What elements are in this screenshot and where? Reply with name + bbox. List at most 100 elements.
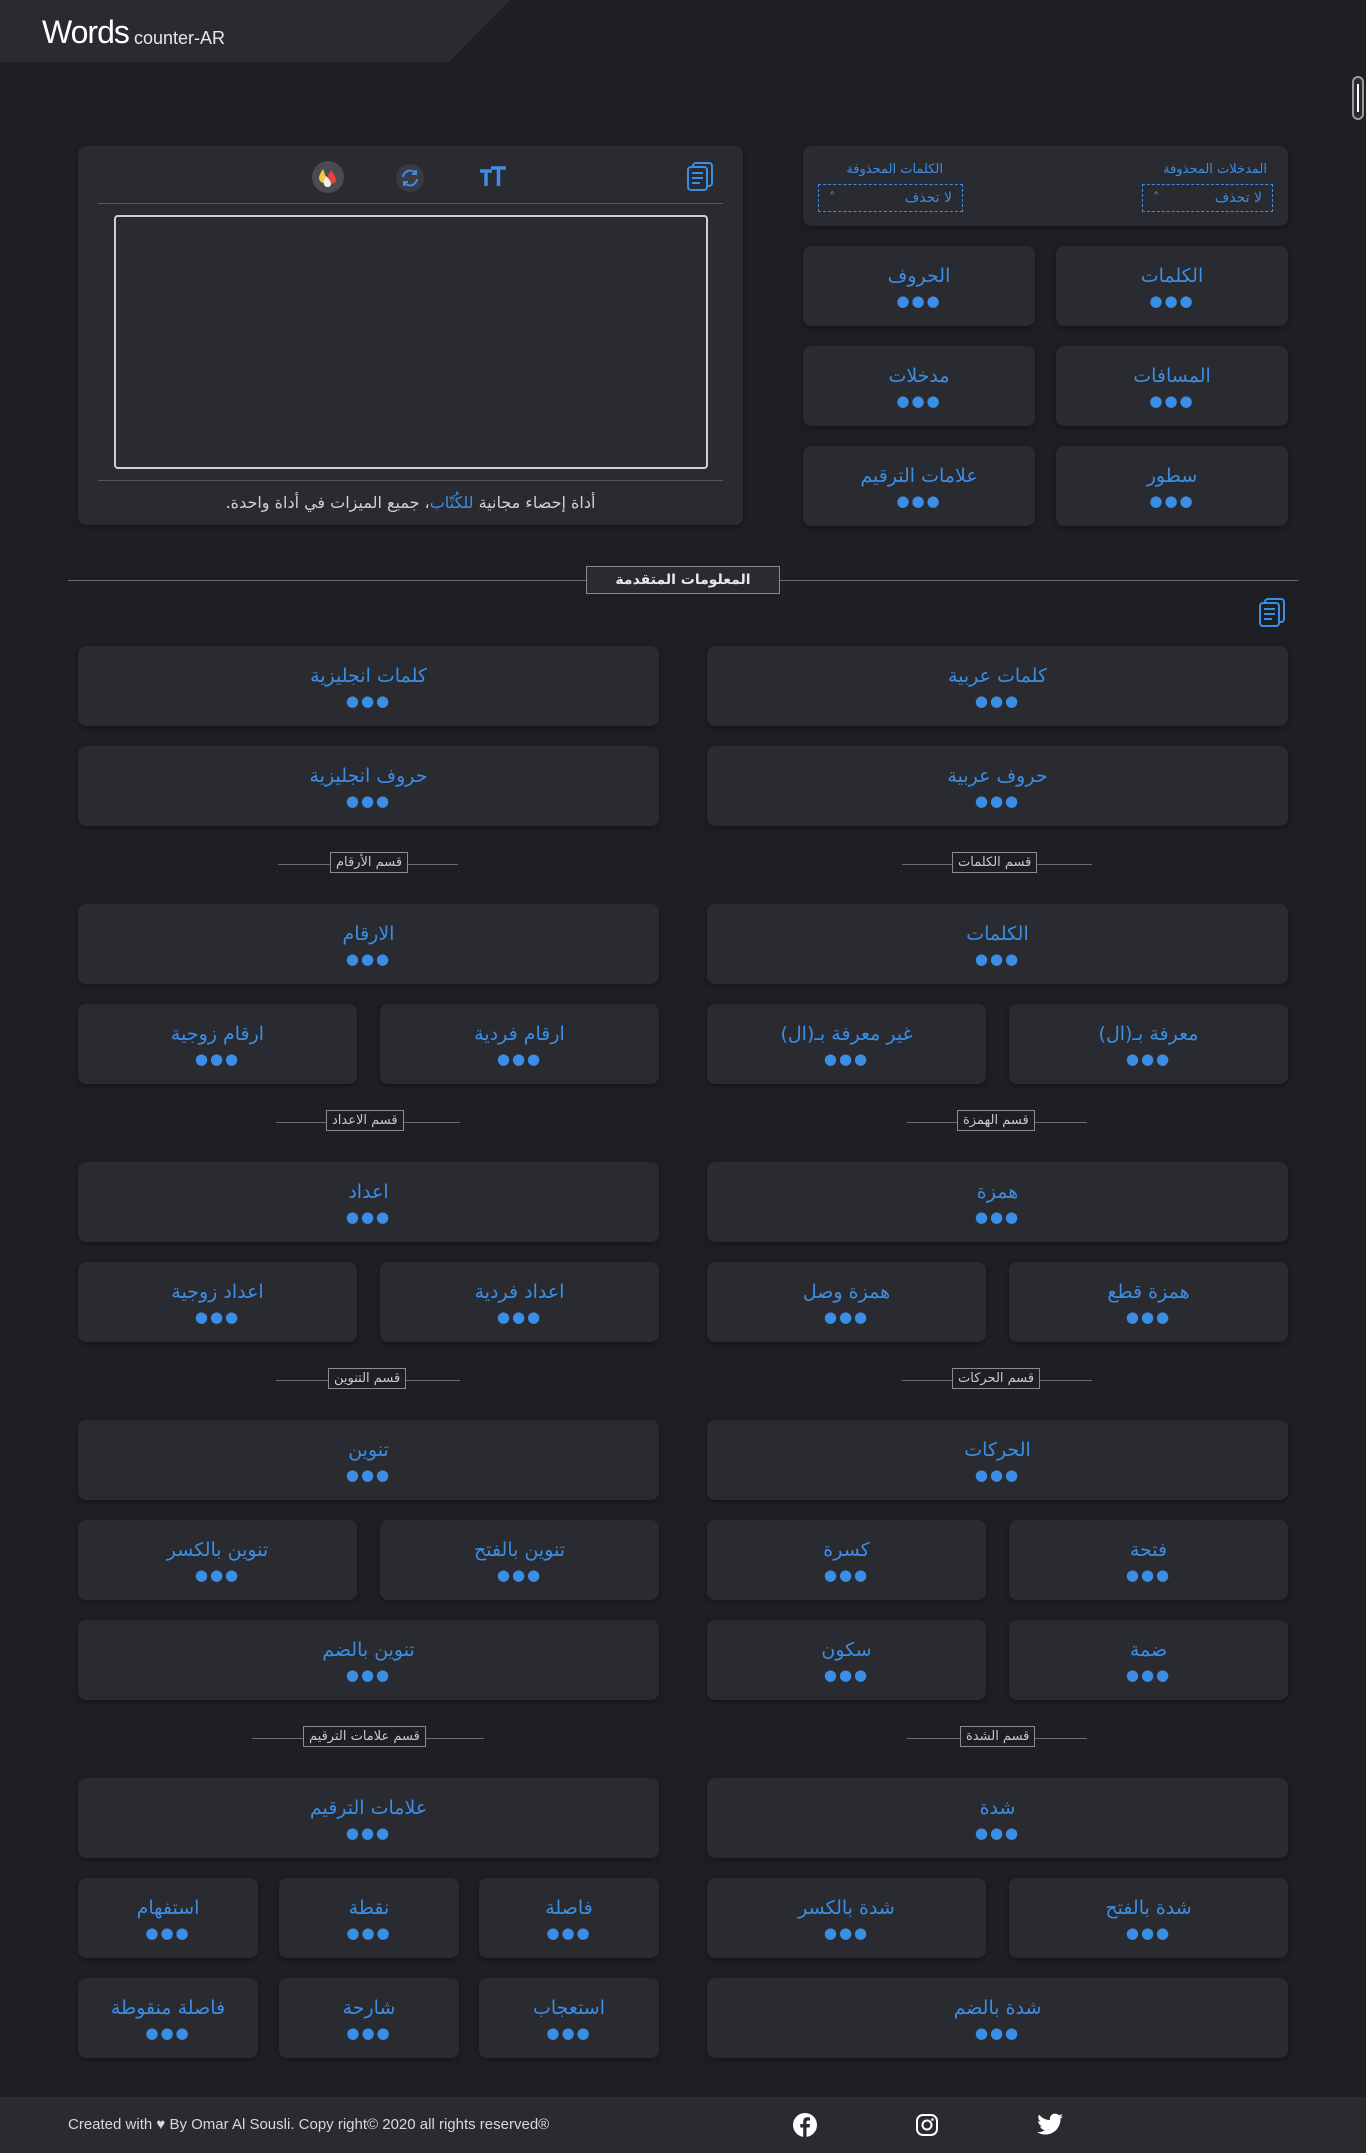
stat-label: شدة بالضم (953, 1997, 1042, 2019)
stat-value: ●●● (896, 492, 942, 510)
stat-label: كسرة (823, 1539, 870, 1561)
stat-value: ●●● (345, 1466, 392, 1484)
adv-card-shadda-kasr[interactable]: شدة بالكسر ●●● (707, 1878, 986, 1958)
adv-card-english-letters[interactable]: حروف انجليزية ●●● (78, 746, 659, 826)
stat-value: ●●● (345, 692, 392, 710)
adv-card-definite[interactable]: معرفة بـ(ال) ●●● (1009, 1004, 1288, 1084)
stat-label: حروف عربية (947, 765, 1048, 787)
adv-card-tanween[interactable]: تنوين ●●● (78, 1420, 659, 1500)
advanced-title: المعلومات المتقدمة (586, 566, 780, 594)
adv-card-tanween-kasr[interactable]: تنوين بالكسر ●●● (78, 1520, 357, 1600)
stat-value: ●●● (974, 1208, 1021, 1226)
copy-icon[interactable] (1256, 596, 1288, 628)
adv-card-hamza-qat[interactable]: همزة قطع ●●● (1009, 1262, 1288, 1342)
stat-card-spaces[interactable]: المسافات ●●● (1056, 346, 1288, 426)
adv-card-question[interactable]: استفهام ●●● (78, 1878, 258, 1958)
tagline-link[interactable]: للكُتّاب (430, 493, 474, 512)
adv-card-odd-numbers[interactable]: ارقام فردية ●●● (380, 1004, 659, 1084)
editor-tagline: أداة إحصاء مجانية للكُتّاب، جميع الميزات… (98, 493, 723, 512)
saved-inputs-select[interactable]: لا تحذف ˄ (1142, 184, 1273, 212)
adv-card-comma[interactable]: فاصلة ●●● (479, 1878, 659, 1958)
adv-card-indefinite[interactable]: غير معرفة بـ(ال) ●●● (707, 1004, 986, 1084)
saved-words-select[interactable]: لا تحذف ˄ (818, 184, 963, 212)
editor-top-divider (98, 203, 723, 204)
color-drops-icon[interactable] (311, 160, 345, 194)
stat-label: استعجاب (532, 1997, 606, 2019)
adv-card-damma[interactable]: ضمة ●●● (1009, 1620, 1288, 1700)
adv-card-period[interactable]: نقطة ●●● (279, 1878, 459, 1958)
saved-words-value: لا تحذف (904, 190, 952, 206)
adv-card-words[interactable]: الكلمات ●●● (707, 904, 1288, 984)
stat-label: الحركات (964, 1439, 1031, 1461)
section-label-numbers: قسم الأرقام (330, 852, 409, 873)
stat-value: ●●● (346, 2024, 392, 2042)
logo-title[interactable]: Words (42, 14, 130, 51)
stat-label: مدخلات (888, 365, 950, 387)
adv-card-dash[interactable]: شارحة ●●● (279, 1978, 459, 2058)
adv-card-sukun[interactable]: سكون ●●● (707, 1620, 986, 1700)
adv-card-exclamation[interactable]: استعجاب ●●● (479, 1978, 659, 2058)
adv-card-arabic-letters[interactable]: حروف عربية ●●● (707, 746, 1288, 826)
adv-card-kasra[interactable]: كسرة ●●● (707, 1520, 986, 1600)
stat-card-punctuation[interactable]: علامات الترقيم ●●● (803, 446, 1035, 526)
stat-card-words[interactable]: الكلمات ●●● (1056, 246, 1288, 326)
adv-card-fatha[interactable]: فتحة ●●● (1009, 1520, 1288, 1600)
adv-card-punctuation[interactable]: علامات الترقيم ●●● (78, 1778, 659, 1858)
facebook-icon[interactable] (792, 2112, 818, 2138)
scroll-indicator[interactable] (1352, 76, 1364, 120)
adv-card-tanween-damm[interactable]: تنوين بالضم ●●● (78, 1620, 659, 1700)
adv-card-hamza-wasl[interactable]: همزة وصل ●●● (707, 1262, 986, 1342)
adv-card-hamza[interactable]: همزة ●●● (707, 1162, 1288, 1242)
stat-label: شدة (979, 1797, 1016, 1819)
stat-value: ●●● (345, 1666, 392, 1684)
stat-label: ارقام زوجية (170, 1023, 265, 1045)
section-label-shadda: قسم الشدة (960, 1726, 1036, 1747)
instagram-icon[interactable] (915, 2113, 939, 2137)
stat-value: ●●● (194, 1050, 241, 1068)
stat-label: تنوين بالفتح (473, 1539, 566, 1561)
adv-card-semicolon[interactable]: فاصلة منقوطة ●●● (78, 1978, 258, 2058)
refresh-icon[interactable] (394, 162, 426, 194)
twitter-icon[interactable] (1036, 2113, 1064, 2137)
stat-label: الكلمات (1140, 265, 1204, 287)
adv-card-odd-counts[interactable]: اعداد فردية ●●● (380, 1262, 659, 1342)
logo-subtitle: counter-AR (134, 28, 226, 48)
adv-card-even-numbers[interactable]: ارقام زوجية ●●● (78, 1004, 357, 1084)
stat-label: اعداد (348, 1181, 389, 1203)
text-size-icon[interactable] (478, 162, 508, 192)
stat-label: نقطة (348, 1897, 390, 1919)
stat-value: ●●● (345, 792, 392, 810)
stat-value: ●●● (496, 1050, 543, 1068)
adv-card-shadda-damm[interactable]: شدة بالضم ●●● (707, 1978, 1288, 2058)
stat-value: ●●● (896, 392, 942, 410)
adv-card-counts[interactable]: اعداد ●●● (78, 1162, 659, 1242)
adv-card-harakat[interactable]: الحركات ●●● (707, 1420, 1288, 1500)
adv-card-tanween-fath[interactable]: تنوين بالفتح ●●● (380, 1520, 659, 1600)
stat-value: ●●● (823, 1308, 870, 1326)
adv-card-numbers[interactable]: الارقام ●●● (78, 904, 659, 984)
chevron-up-icon: ˄ (1153, 190, 1160, 206)
stat-label: ضمة (1129, 1639, 1168, 1661)
adv-card-english-words[interactable]: كلمات انجليزية ●●● (78, 646, 659, 726)
adv-card-arabic-words[interactable]: كلمات عربية ●●● (707, 646, 1288, 726)
adv-card-shadda[interactable]: شدة ●●● (707, 1778, 1288, 1858)
chevron-up-icon: ˄ (829, 190, 836, 206)
stat-label: همزة قطع (1107, 1281, 1190, 1303)
tagline-suffix: ، جميع الميزات في أداة واحدة. (225, 493, 430, 512)
stat-value: ●●● (1125, 1924, 1172, 1942)
stat-card-lines[interactable]: سطور ●●● (1056, 446, 1288, 526)
stat-label: الكلمات (966, 923, 1029, 945)
adv-card-shadda-fath[interactable]: شدة بالفتح ●●● (1009, 1878, 1288, 1958)
saved-inputs-label: المدخلات المحذوفة (1163, 162, 1267, 177)
section-label-punctuation: قسم علامات الترقيم (303, 1726, 426, 1747)
stat-card-inputs[interactable]: مدخلات ●●● (803, 346, 1035, 426)
stat-label: علامات الترقيم (860, 465, 978, 487)
adv-card-even-counts[interactable]: اعداد زوجية ●●● (78, 1262, 357, 1342)
stat-value: ●●● (1149, 292, 1195, 310)
stat-card-letters[interactable]: الحروف ●●● (803, 246, 1035, 326)
stat-value: ●●● (974, 2024, 1021, 2042)
stat-value: ●●● (1149, 392, 1195, 410)
copy-icon[interactable] (684, 160, 716, 192)
stat-value: ●●● (974, 950, 1021, 968)
text-input-area[interactable] (114, 215, 708, 469)
